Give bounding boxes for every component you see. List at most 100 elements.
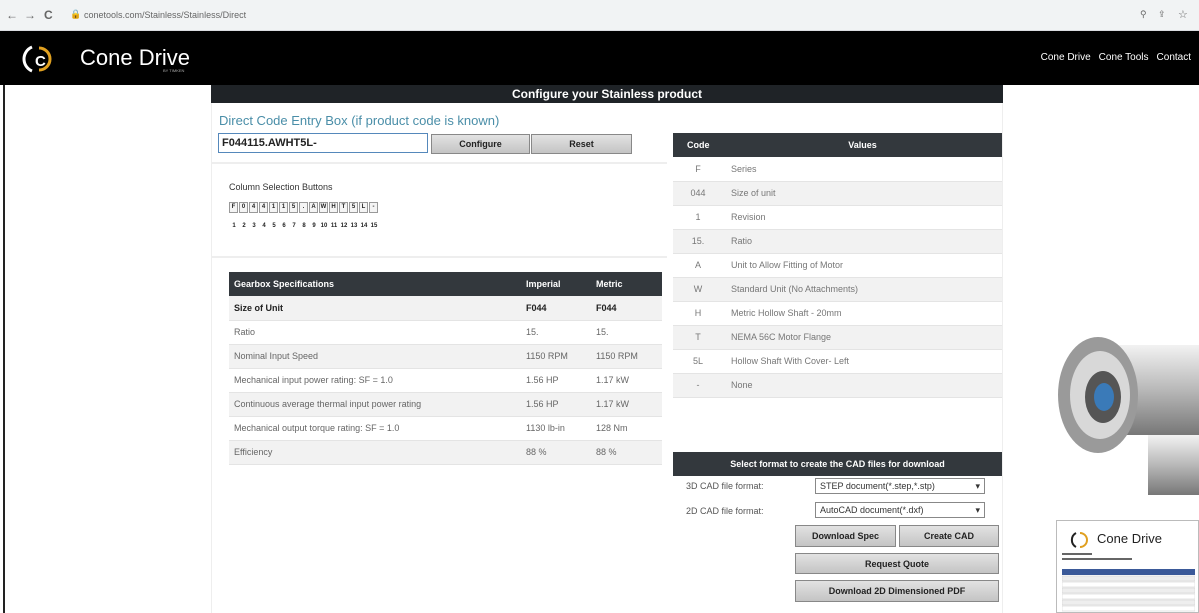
table-header-row: Gearbox Specifications Imperial Metric: [229, 272, 662, 296]
column-select-button[interactable]: 0: [239, 202, 248, 213]
column-number: 5: [272, 223, 276, 229]
spec-metric: 1.17 kW: [591, 368, 662, 393]
column-number: 4: [262, 223, 266, 229]
download-2d-pdf-button[interactable]: Download 2D Dimensioned PDF: [795, 580, 999, 602]
column-select-button[interactable]: T: [339, 202, 348, 213]
address-bar[interactable]: conetools.com/Stainless/Stainless/Direct: [84, 6, 1124, 25]
column-number: 3: [252, 223, 256, 229]
value-cell: NEMA 56C Motor Flange: [723, 325, 1002, 350]
table-header-row: Code Values: [673, 133, 1002, 157]
table-row: - None: [673, 373, 1002, 398]
value-cell: None: [723, 373, 1002, 398]
table-row: Efficiency 88 % 88 %: [229, 440, 662, 465]
value-cell: Metric Hollow Shaft - 20mm: [723, 301, 1002, 326]
share-icon[interactable]: ⇪: [1158, 9, 1166, 20]
column-numbers: 1 2 3 4 5 6 7 8 9 10 11 12 13 14 15: [229, 223, 379, 229]
spec-name: Size of Unit: [229, 296, 521, 321]
product-code-input[interactable]: [218, 133, 428, 153]
column-number: 9: [312, 223, 316, 229]
direct-code-title: Direct Code Entry Box (if product code i…: [219, 113, 500, 128]
column-select-button[interactable]: 1: [279, 202, 288, 213]
table-row: H Metric Hollow Shaft - 20mm: [673, 301, 1002, 326]
column-number: 13: [350, 223, 358, 229]
column-select-button[interactable]: L: [359, 202, 368, 213]
cad-3d-format-label: 3D CAD file format:: [686, 481, 764, 491]
column-select-button[interactable]: 5: [349, 202, 358, 213]
value-cell: Standard Unit (No Attachments): [723, 277, 1002, 302]
value-cell: Size of unit: [723, 181, 1002, 206]
code-values-table: Code Values F Series 044 Size of unit 1 Revis…: [673, 133, 1002, 398]
forward-icon[interactable]: →: [24, 8, 36, 22]
column-number: 11: [330, 223, 338, 229]
download-spec-button[interactable]: Download Spec: [795, 525, 896, 547]
create-cad-button[interactable]: Create CAD: [899, 525, 999, 547]
logo-subtext: BY TIMKEN: [163, 68, 185, 73]
table-row: Ratio 15. 15.: [229, 320, 662, 345]
spec-metric: 88 %: [591, 440, 662, 465]
table-row: Mechanical input power rating: SF = 1.0 …: [229, 368, 662, 393]
request-quote-button[interactable]: Request Quote: [795, 553, 999, 574]
spec-imperial: 88 %: [521, 440, 591, 465]
table-row: 1 Revision: [673, 205, 1002, 230]
table-row: Nominal Input Speed 1150 RPM 1150 RPM: [229, 344, 662, 369]
top-nav: Cone Drive Cone Tools Contact: [1041, 52, 1191, 63]
reload-icon[interactable]: C: [44, 8, 53, 22]
spec-imperial: 1.56 HP: [521, 368, 591, 393]
spec-name: Mechanical input power rating: SF = 1.0: [229, 368, 521, 393]
spec-name: Efficiency: [229, 440, 521, 465]
nav-contact[interactable]: Contact: [1157, 52, 1191, 63]
section-divider: [211, 256, 667, 258]
stainless-gearbox-product-image: [1058, 337, 1199, 495]
table-row: A Unit to Allow Fitting of Motor: [673, 253, 1002, 278]
cad-3d-format-value: STEP document(*.step,*.stp): [820, 481, 935, 491]
column-select-button[interactable]: 4: [259, 202, 268, 213]
column-select-button[interactable]: W: [319, 202, 328, 213]
spec-imperial: 1150 RPM: [521, 344, 591, 369]
column-select-button[interactable]: 4: [249, 202, 258, 213]
column-header: Code: [673, 133, 723, 157]
column-select-button[interactable]: A: [309, 202, 318, 213]
chevron-down-icon: ▾: [975, 504, 980, 515]
cad-3d-format-select[interactable]: STEP document(*.step,*.stp) ▾: [815, 478, 985, 494]
spec-imperial: F044: [521, 296, 591, 321]
value-cell: Unit to Allow Fitting of Motor: [723, 253, 1002, 278]
column-select-button[interactable]: .: [299, 202, 308, 213]
cone-drive-logo-icon: [1070, 532, 1088, 548]
zoom-icon[interactable]: ⚲: [1140, 9, 1147, 20]
nav-cone-drive[interactable]: Cone Drive: [1041, 52, 1091, 63]
lock-icon: 🔒: [70, 9, 82, 19]
table-row: Size of Unit F044 F044: [229, 296, 662, 321]
value-cell: Ratio: [723, 229, 1002, 254]
table-row: W Standard Unit (No Attachments): [673, 277, 1002, 302]
cone-drive-logo-icon[interactable]: C: [22, 42, 56, 76]
table-row: Mechanical output torque rating: SF = 1.…: [229, 416, 662, 441]
column-select-button[interactable]: 1: [269, 202, 278, 213]
configure-button[interactable]: Configure: [431, 134, 530, 154]
spec-metric: 1.17 kW: [591, 392, 662, 417]
code-cell: W: [673, 277, 723, 302]
column-header: Metric: [591, 272, 662, 296]
brochure-content-preview: [1062, 553, 1195, 612]
column-select-button[interactable]: -: [369, 202, 378, 213]
value-cell: Series: [723, 157, 1002, 182]
column-number: 8: [302, 223, 306, 229]
code-cell: 044: [673, 181, 723, 206]
column-select-button[interactable]: 5: [289, 202, 298, 213]
code-cell: 5L: [673, 349, 723, 374]
cad-2d-format-select[interactable]: AutoCAD document(*.dxf) ▾: [815, 502, 985, 518]
table-row: T NEMA 56C Motor Flange: [673, 325, 1002, 350]
browser-toolbar: ← → C 🔒 conetools.com/Stainless/Stainles…: [0, 0, 1199, 31]
table-row: F Series: [673, 157, 1002, 182]
reset-button[interactable]: Reset: [531, 134, 632, 154]
column-number: 10: [320, 223, 328, 229]
nav-cone-tools[interactable]: Cone Tools: [1099, 52, 1149, 63]
column-select-button[interactable]: H: [329, 202, 338, 213]
bookmark-star-icon[interactable]: ☆: [1178, 8, 1188, 21]
spec-metric: 1150 RPM: [591, 344, 662, 369]
back-icon[interactable]: ←: [6, 8, 18, 22]
chevron-down-icon: ▾: [975, 480, 980, 491]
column-select-button[interactable]: F: [229, 202, 238, 213]
gearbox-specifications-table: Gearbox Specifications Imperial Metric S…: [229, 272, 662, 465]
table-row: 5L Hollow Shaft With Cover- Left: [673, 349, 1002, 374]
column-number: 1: [232, 223, 236, 229]
